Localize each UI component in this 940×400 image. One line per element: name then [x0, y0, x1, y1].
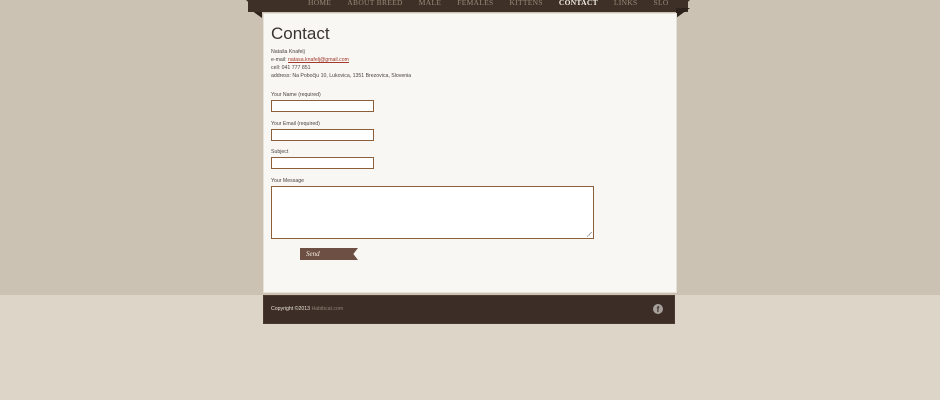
nav-females[interactable]: FEMALES [449, 0, 501, 10]
contact-info: Nataša Knafelj e-mail: natasa.knafelj@gm… [271, 48, 411, 80]
copyright-text: Copyright ©2013 [271, 306, 311, 312]
main-nav: HOME ABOUT BREED MALE FEMALES KITTENS CO… [300, 0, 677, 10]
name-field[interactable] [271, 100, 374, 112]
contact-name: Nataša Knafelj [271, 49, 305, 55]
nav-kittens[interactable]: KITTENS [502, 0, 551, 10]
footer-copyright: Copyright ©2013 Habibcat.com [271, 306, 343, 312]
subject-field[interactable] [271, 157, 374, 169]
message-textarea[interactable] [271, 186, 594, 239]
facebook-icon[interactable]: f [653, 304, 663, 314]
nav-contact[interactable]: CONTACT [551, 0, 606, 10]
contact-email-label: e-mail: [271, 57, 287, 63]
ribbon-tail-right [680, 0, 690, 9]
message-label: Your Message [271, 178, 304, 184]
contact-email-row: e-mail: natasa.knafelj@gmail.com [271, 56, 411, 64]
nav-slo[interactable]: SLO [646, 0, 677, 10]
nav-home[interactable]: HOME [300, 0, 339, 10]
nav-male[interactable]: MALE [411, 0, 449, 10]
resize-handle-icon[interactable] [587, 232, 592, 237]
contact-cell: cell: 041 777 851 [271, 65, 311, 71]
contact-address: address: Na Pobočju 10, Lukovica, 1351 B… [271, 73, 412, 79]
email-label: Your Email (required) [271, 121, 320, 127]
contact-email-link[interactable]: natasa.knafelj@gmail.com [288, 57, 349, 63]
nav-links[interactable]: LINKS [606, 0, 646, 10]
subject-label: Subject [271, 149, 289, 155]
name-label: Your Name (required) [271, 92, 321, 98]
send-button[interactable]: Send [300, 248, 358, 260]
email-field[interactable] [271, 129, 374, 141]
footer-site-link[interactable]: Habibcat.com [311, 306, 343, 312]
nav-about-breed[interactable]: ABOUT BREED [339, 0, 410, 10]
page-title: Contact [271, 24, 330, 43]
